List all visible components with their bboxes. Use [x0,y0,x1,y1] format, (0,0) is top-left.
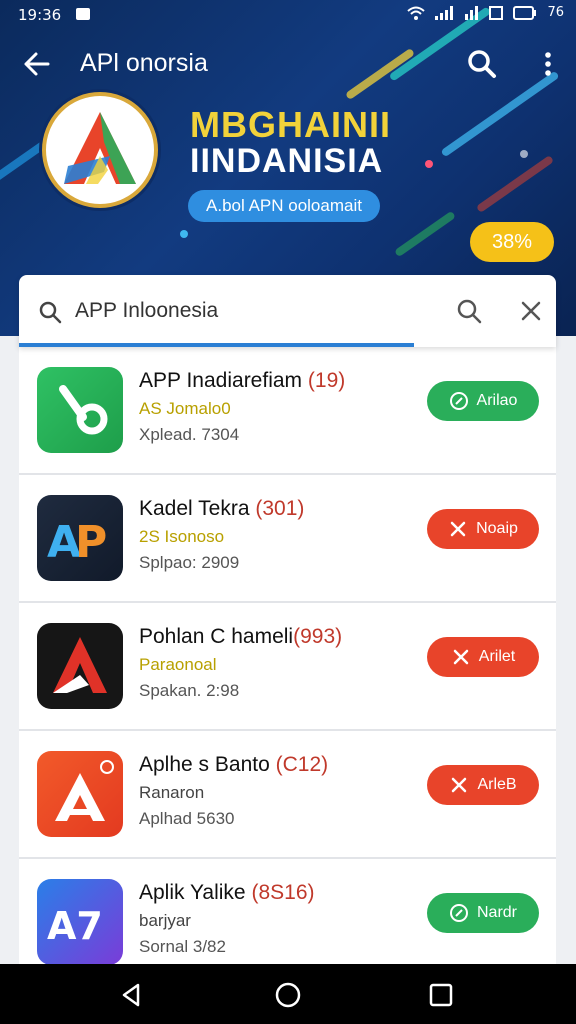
clock-check-icon [449,904,468,922]
app-name: Aplik Yalike (8S16) [139,881,315,904]
system-nav-bar [0,964,576,1024]
decor-dot [180,230,188,238]
nav-recents-icon[interactable] [426,980,456,1010]
more-vertical-icon [545,52,551,76]
overflow-menu-button[interactable] [534,48,562,80]
svg-text:A7: A7 [47,904,103,948]
app-subtitle: AS Jomalo0 [139,399,231,418]
app-icon-ap: A P [37,495,123,581]
list-item[interactable]: Pohlan C hameli(993) Paraonoal Spakan. 2… [19,603,556,731]
decor-streak [475,154,555,214]
app-name: Aplhe s Banto (C12) [139,753,329,776]
sim-icon [489,5,504,20]
app-meta: Aplhad 5630 [139,809,235,828]
list-item[interactable]: A7 Aplik Yalike (8S16) barjyar Sornal 3/… [19,859,556,964]
open-button[interactable]: Noaip [427,509,539,549]
search-bar [19,275,556,347]
ap-letters-icon: A P [47,517,107,568]
app-name: Kadel Tekra (301) [139,497,305,520]
banner-headline-secondary: IINDANISIA [190,142,384,180]
search-submit-icon[interactable] [455,297,483,325]
arrow-left-icon [24,52,50,76]
open-button[interactable]: ArleB [427,765,539,805]
app-icon-orange-a [37,751,123,837]
search-button[interactable] [464,46,500,82]
app-list: APP Inadiarefiam (19) AS Jomalo0 Xplead.… [19,347,556,964]
a-mark-icon [53,637,107,693]
list-item[interactable]: Aplhe s Banto (C12) Ranaron Aplhad 5630 … [19,731,556,859]
battery-icon [513,5,537,20]
app-icon-green-play [37,367,123,453]
search-icon [468,50,496,78]
nav-home-icon[interactable] [273,980,303,1010]
notification-icon [76,8,90,20]
app-title: APl onorsia [80,49,208,77]
cancel-x-icon [450,521,466,537]
install-button[interactable]: Arilao [427,381,539,421]
status-icons: 76 [407,5,564,20]
decor-streak [394,210,456,258]
clock-check-icon [449,392,468,410]
battery-percent: 76 [547,5,564,20]
app-meta: Xplead. 7304 [139,425,240,444]
signal-icon [435,5,454,20]
app-meta: Spakan. 2:98 [139,681,240,700]
app-icon-a7: A7 [37,879,123,964]
banner-headline-primary: MBGHAINII [190,104,391,145]
app-meta: Splpao: 2909 [139,553,240,572]
search-input[interactable] [75,293,435,329]
app-icon-red-a [37,623,123,709]
decor-dot [425,160,433,168]
logo-a-mark-icon [64,112,136,184]
app-bar: APl onorsia [0,36,576,92]
app-logo [42,92,158,208]
banner-cta-pill[interactable]: A.bol APN ooloamait [188,190,380,222]
decor-dot [520,150,528,158]
nav-back-icon[interactable] [116,980,146,1010]
cancel-x-icon [453,649,469,665]
app-meta: Sornal 3/82 [139,937,226,956]
install-button[interactable]: Nardr [427,893,539,933]
wifi-icon [407,6,426,20]
back-button[interactable] [20,48,56,80]
a7-letters-icon: A7 [47,904,103,948]
clear-search-icon[interactable] [517,297,545,325]
discount-badge[interactable]: 38% [470,222,554,262]
svg-text:P: P [75,517,107,568]
open-button[interactable]: Arilet [427,637,539,677]
cancel-x-icon [452,777,467,793]
app-subtitle: barjyar [139,911,191,930]
a-mark-icon [55,760,114,821]
app-subtitle: Paraonoal [139,655,217,674]
search-progress-underline [19,343,414,347]
play-mark-icon [59,385,108,435]
app-subtitle: 2S Isonoso [139,527,225,546]
list-item[interactable]: A P Kadel Tekra (301) 2S Isonoso Splpao:… [19,475,556,603]
signal-secondary-icon [465,5,479,20]
app-name: Pohlan C hameli(993) [139,625,343,648]
app-subtitle: Ranaron [139,783,205,802]
search-icon [39,301,62,324]
list-item[interactable]: APP Inadiarefiam (19) AS Jomalo0 Xplead.… [19,347,556,475]
status-bar: 19:36 76 [0,0,576,30]
app-name: APP Inadiarefiam (19) [139,369,346,392]
status-time: 19:36 [18,6,62,24]
